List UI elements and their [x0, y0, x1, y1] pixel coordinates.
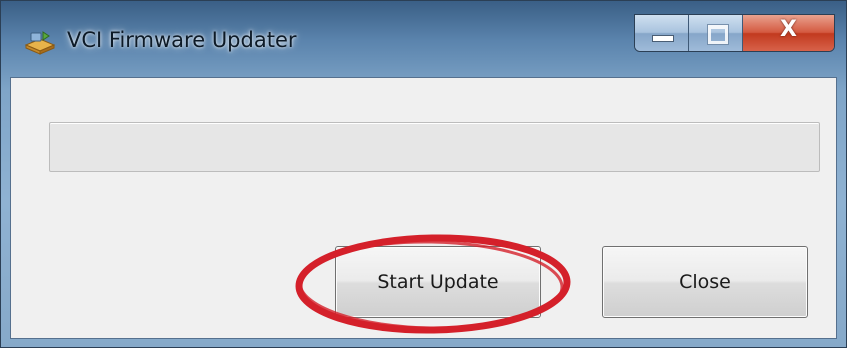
window-title: VCI Firmware Updater	[67, 28, 297, 52]
updater-window: VCI Firmware Updater X Start Update Clos…	[0, 0, 847, 348]
close-button[interactable]: Close	[602, 246, 808, 318]
close-icon: X	[780, 17, 797, 42]
caption-buttons: X	[634, 14, 835, 52]
updater-app-icon	[24, 31, 56, 55]
start-update-button[interactable]: Start Update	[335, 246, 541, 318]
minimize-icon	[652, 35, 674, 42]
client-area: Start Update Close	[10, 77, 837, 339]
title-bar[interactable]: VCI Firmware Updater X	[1, 1, 846, 81]
progress-bar	[49, 122, 820, 172]
maximize-icon	[707, 24, 729, 45]
maximize-button[interactable]	[689, 15, 743, 51]
close-window-button[interactable]: X	[743, 15, 834, 51]
minimize-button[interactable]	[635, 15, 689, 51]
